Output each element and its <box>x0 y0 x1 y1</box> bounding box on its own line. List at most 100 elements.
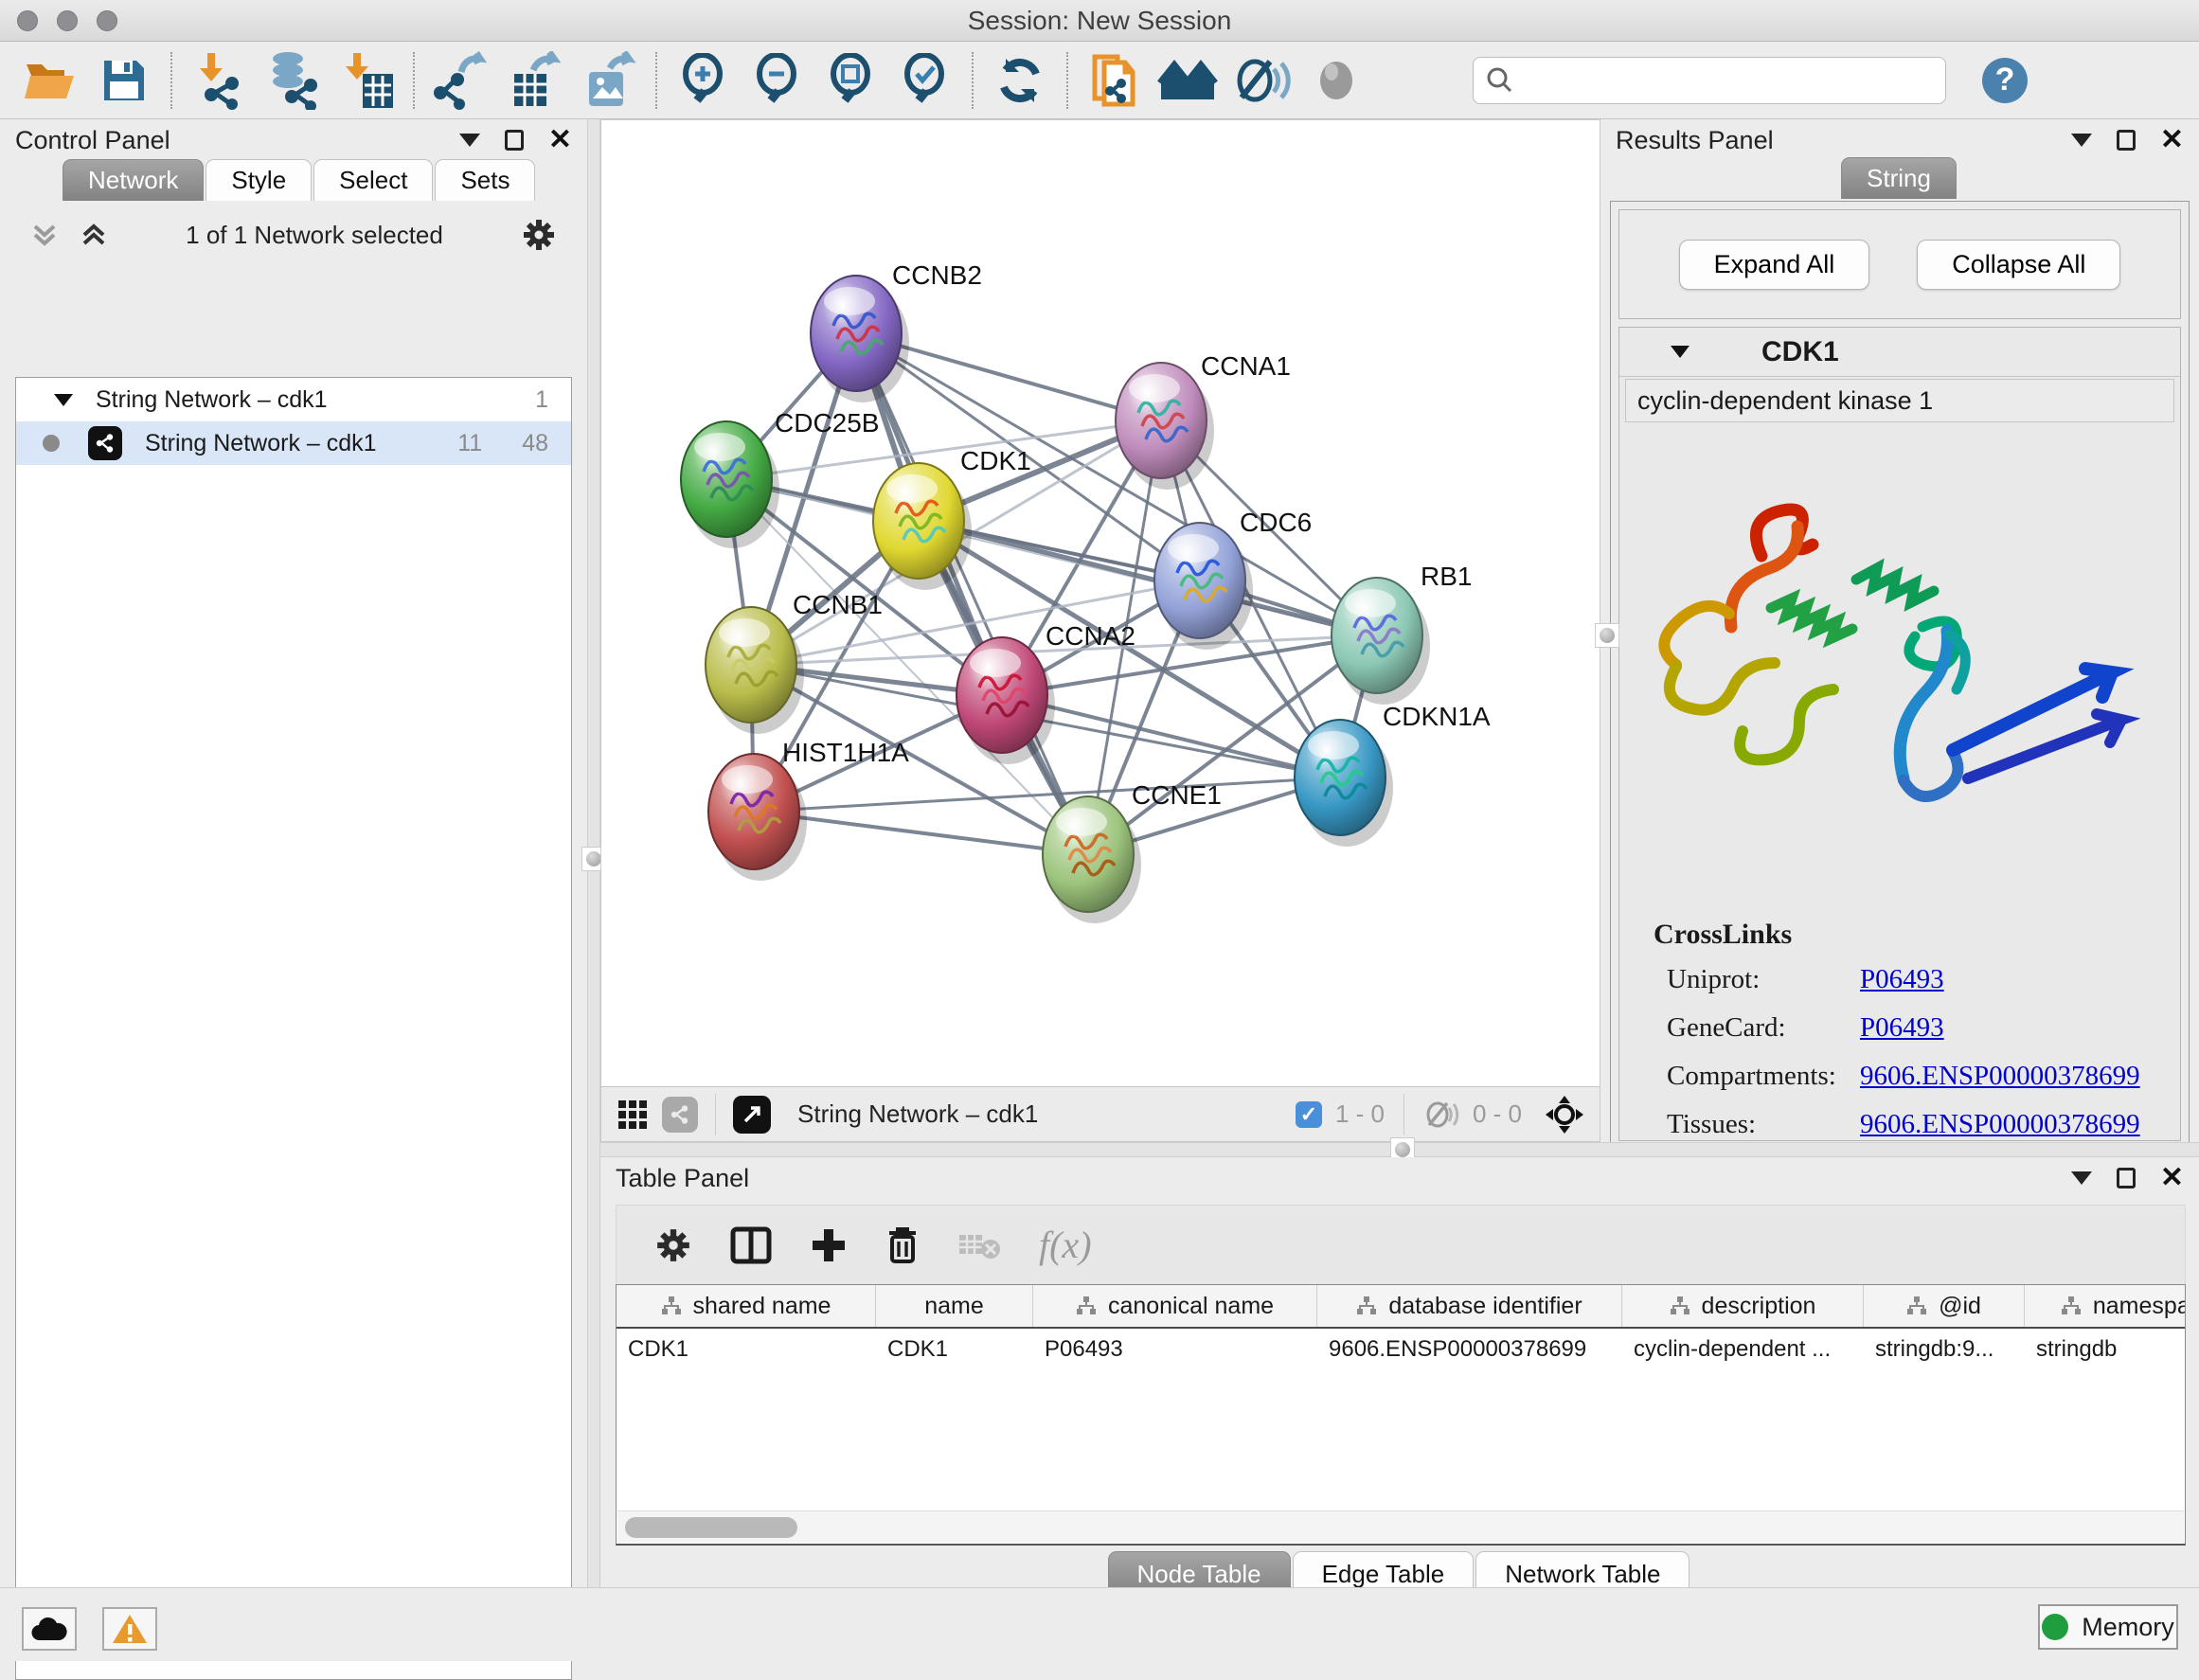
network-view-mode-icon[interactable] <box>662 1097 698 1133</box>
crosslink-link[interactable]: P06493 <box>1860 964 1944 995</box>
expand-all-tree-icon[interactable] <box>30 221 59 249</box>
node-label: CDC25B <box>775 408 879 438</box>
panel-menu-icon[interactable] <box>2071 1171 2092 1185</box>
scrollbar-thumb[interactable] <box>625 1517 797 1538</box>
export-table-icon[interactable] <box>498 49 572 112</box>
panel-menu-icon[interactable] <box>2071 134 2092 147</box>
tab-select[interactable]: Select <box>313 159 433 201</box>
table-cell[interactable]: stringdb:9... <box>1864 1329 2025 1370</box>
delete-column-icon[interactable] <box>885 1225 920 1265</box>
collapse-all-tree-icon[interactable] <box>80 221 108 249</box>
gear-icon[interactable] <box>654 1226 692 1264</box>
split-columns-icon[interactable] <box>730 1226 772 1264</box>
panel-float-icon[interactable] <box>2117 130 2136 151</box>
panel-menu-icon[interactable] <box>459 134 480 147</box>
table-cell[interactable]: stringdb <box>2025 1329 2186 1370</box>
tree-expander-icon[interactable] <box>54 394 73 406</box>
tab-network[interactable]: Network <box>63 159 204 201</box>
add-column-icon[interactable] <box>810 1226 848 1264</box>
network-row[interactable]: String Network – cdk1 11 48 <box>16 421 571 465</box>
table-cell[interactable]: P06493 <box>1033 1329 1317 1370</box>
tab-sets[interactable]: Sets <box>435 159 535 201</box>
entry-expander-icon[interactable] <box>1671 346 1689 358</box>
selected-checkbox-icon[interactable]: ✓ <box>1296 1101 1322 1128</box>
cloud-button[interactable] <box>22 1607 77 1651</box>
table-cell[interactable]: CDK1 <box>617 1329 876 1370</box>
network-node-CCNE1[interactable]: CCNE1 <box>1043 780 1222 923</box>
help-button[interactable]: ? <box>1982 58 2028 103</box>
birds-eye-icon[interactable] <box>1545 1095 1584 1135</box>
zoom-in-icon[interactable] <box>667 49 741 112</box>
import-network-database-icon[interactable] <box>256 49 330 112</box>
vertical-splitter[interactable] <box>587 119 600 1587</box>
memory-button[interactable]: Memory <box>2038 1604 2178 1650</box>
import-network-icon[interactable] <box>182 49 256 112</box>
show-all-panels-icon[interactable] <box>1152 49 1225 112</box>
node-label: CCNA1 <box>1201 351 1291 381</box>
column-header-@id[interactable]: @id <box>1864 1285 2025 1327</box>
network-node-RB1[interactable]: RB1 <box>1332 562 1472 705</box>
table-cell[interactable]: CDK1 <box>876 1329 1033 1370</box>
warning-button[interactable] <box>102 1607 157 1651</box>
crosslink-link[interactable]: 9606.ENSP00000378699 <box>1860 1061 2140 1092</box>
panel-close-icon[interactable]: ✕ <box>548 126 572 154</box>
clear-table-icon[interactable] <box>957 1229 1001 1261</box>
table-horizontal-scrollbar[interactable] <box>617 1510 2184 1543</box>
tab-string[interactable]: String <box>1841 157 1957 199</box>
column-header-description[interactable]: description <box>1622 1285 1864 1327</box>
export-network-icon[interactable] <box>424 49 498 112</box>
search-input[interactable] <box>1473 57 1946 104</box>
crosslink-link[interactable]: P06493 <box>1860 1012 1944 1044</box>
open-session-icon[interactable] <box>13 49 87 112</box>
network-node-CDKN1A[interactable]: CDKN1A <box>1295 702 1491 847</box>
table-row[interactable]: CDK1CDK1P064939606.ENSP00000378699cyclin… <box>617 1329 2185 1370</box>
network-node-CDC25B[interactable]: CDC25B <box>681 408 879 548</box>
control-panel-tabs: NetworkStyleSelectSets <box>0 161 587 201</box>
network-collection-row[interactable]: String Network – cdk1 1 <box>16 378 571 421</box>
hide-panels-icon[interactable] <box>1225 49 1299 112</box>
panel-float-icon[interactable] <box>2117 1168 2136 1189</box>
panel-float-icon[interactable] <box>505 130 524 151</box>
column-header-shared-name[interactable]: shared name <box>617 1285 876 1327</box>
export-image-icon[interactable] <box>572 49 646 112</box>
tab-style[interactable]: Style <box>206 159 312 201</box>
expand-all-button[interactable]: Expand All <box>1679 240 1870 290</box>
network-node-CCNB1[interactable]: CCNB1 <box>706 590 883 734</box>
collapse-all-button[interactable]: Collapse All <box>1917 240 2120 290</box>
zoom-fit-icon[interactable] <box>814 49 888 112</box>
grid-view-icon[interactable] <box>617 1099 649 1131</box>
table-cell[interactable]: 9606.ENSP00000378699 <box>1317 1329 1622 1370</box>
network-node-CCNA1[interactable]: CCNA1 <box>1116 351 1291 490</box>
splitter-grip[interactable] <box>1595 623 1619 648</box>
node-table[interactable]: shared namenamecanonical namedatabase id… <box>616 1284 2186 1546</box>
refresh-icon[interactable] <box>983 49 1057 112</box>
network-edge[interactable] <box>919 521 1377 635</box>
column-type-icon <box>1076 1296 1097 1316</box>
crosslink-link[interactable]: 9606.ENSP00000378699 <box>1860 1109 2140 1140</box>
traffic-lights[interactable] <box>17 10 117 31</box>
import-table-icon[interactable] <box>330 49 403 112</box>
column-header-database-identifier[interactable]: database identifier <box>1317 1285 1622 1327</box>
column-header-canonical-name[interactable]: canonical name <box>1033 1285 1317 1327</box>
table-cell[interactable]: cyclin-dependent ... <box>1622 1329 1864 1370</box>
gear-icon[interactable] <box>521 217 557 253</box>
column-header-name[interactable]: name <box>876 1285 1033 1327</box>
network-node-CCNA2[interactable]: CCNA2 <box>956 621 1135 764</box>
detach-view-icon[interactable] <box>733 1096 771 1134</box>
panel-close-icon[interactable]: ✕ <box>2160 1164 2184 1192</box>
zoom-selected-icon[interactable] <box>888 49 962 112</box>
panel-close-icon[interactable]: ✕ <box>2160 126 2184 154</box>
zoom-out-icon[interactable] <box>741 49 814 112</box>
horizontal-splitter[interactable] <box>600 1142 2199 1157</box>
overview-icon[interactable] <box>1299 49 1373 112</box>
network-node-CDC6[interactable]: CDC6 <box>1154 508 1312 650</box>
network-node-CDK1[interactable]: CDK1 <box>873 446 1031 590</box>
network-node-CCNB2[interactable]: CCNB2 <box>811 260 982 402</box>
function-builder-icon[interactable]: f(x) <box>1039 1223 1092 1267</box>
network-edge[interactable] <box>856 333 1088 854</box>
save-session-icon[interactable] <box>87 49 161 112</box>
network-canvas[interactable]: CCNB2 CCNA1 CDC25B CDK1 CDC6RB1 CCNB1 CCNA2 CDK… <box>601 120 1600 1086</box>
column-header-namespace[interactable]: namespace <box>2025 1285 2186 1327</box>
entry-header[interactable]: CDK1 <box>1619 328 2180 377</box>
clone-network-icon[interactable] <box>1078 49 1152 112</box>
